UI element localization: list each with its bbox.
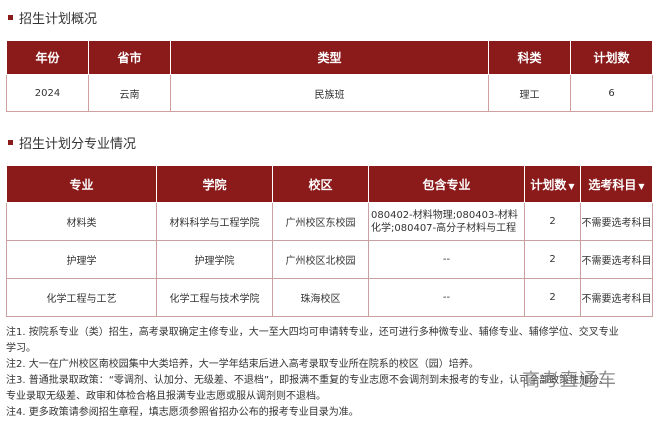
cell-included-majors: -- <box>368 240 525 279</box>
col-header-subjects-label: 选考科目 <box>588 177 637 192</box>
cell-province: 云南 <box>88 74 171 112</box>
overview-table: 年份 省市 类型 科类 计划数 2024 云南 民族班 理工 6 <box>6 40 653 112</box>
table-row: 材料类 材料科学与工程学院 广州校区东校园 080402-材料物理;080403… <box>6 202 653 241</box>
cell-subjects: 不需要选考科目 <box>580 278 653 317</box>
cell-subjects: 不需要选考科目 <box>580 240 653 279</box>
cell-college: 化学工程与技术学院 <box>156 278 273 317</box>
note-line: 学习。 <box>6 343 36 354</box>
col-header-type: 类型 <box>170 40 489 75</box>
cell-included-majors: -- <box>368 278 525 317</box>
cell-type: 民族班 <box>170 74 489 112</box>
majors-section-title: 招生计划分专业情况 <box>8 133 137 152</box>
cell-subjects: 不需要选考科目 <box>580 202 653 241</box>
cell-category: 理工 <box>488 74 571 112</box>
col-header-plan-count-label: 计划数 <box>530 177 567 192</box>
cell-major: 化学工程与工艺 <box>6 278 157 317</box>
cell-campus: 广州校区东校园 <box>272 202 369 241</box>
cell-plan-count: 2 <box>524 240 581 279</box>
sort-icon[interactable]: ▼ <box>638 182 644 191</box>
majors-title-text: 招生计划分专业情况 <box>19 136 137 152</box>
cell-major: 护理学 <box>6 240 157 279</box>
table-row: 2024 云南 民族班 理工 6 <box>6 74 653 112</box>
col-header-included-majors: 包含专业 <box>368 165 525 203</box>
col-header-major: 专业 <box>6 165 157 203</box>
cell-included-majors: 080402-材料物理;080403-材料化学;080407-高分子材料与工程 <box>368 202 525 241</box>
majors-header-row: 专业 学院 校区 包含专业 计划数 ▼ 选考科目 ▼ <box>6 165 653 203</box>
cell-campus: 珠海校区 <box>272 278 369 317</box>
col-header-plan-count[interactable]: 计划数 ▼ <box>524 165 581 203</box>
overview-title-text: 招生计划概况 <box>19 11 98 27</box>
section-marker-icon <box>8 139 13 145</box>
col-header-subjects[interactable]: 选考科目 ▼ <box>580 165 653 203</box>
cell-plan-count: 2 <box>524 278 581 317</box>
col-header-province: 省市 <box>88 40 171 75</box>
cell-plan-count: 6 <box>570 74 653 112</box>
cell-college: 护理学院 <box>156 240 273 279</box>
col-header-campus: 校区 <box>272 165 369 203</box>
table-row: 化学工程与工艺 化学工程与技术学院 珠海校区 -- 2 不需要选考科目 <box>6 278 653 317</box>
col-header-category: 科类 <box>488 40 571 75</box>
overview-section-title: 招生计划概况 <box>8 8 98 27</box>
cell-plan-count: 2 <box>524 202 581 241</box>
cell-college: 材料科学与工程学院 <box>156 202 273 241</box>
note-line: 注4. 更多政策请参阅招生章程，填志愿须参照省招办公布的报考专业目录为准。 <box>6 407 359 418</box>
col-header-year: 年份 <box>6 40 89 75</box>
table-row: 护理学 护理学院 广州校区北校园 -- 2 不需要选考科目 <box>6 240 653 279</box>
col-header-plan-count: 计划数 <box>570 40 653 75</box>
majors-table: 专业 学院 校区 包含专业 计划数 ▼ 选考科目 ▼ 材料类 材料科学与工程学院 广… <box>6 165 653 317</box>
overview-header-row: 年份 省市 类型 科类 计划数 <box>6 40 653 75</box>
note-line: 注1. 按院系专业（类）招生，高考录取确定主修专业，大一至大四均可申请转专业，还… <box>6 327 619 338</box>
cell-year: 2024 <box>6 74 89 112</box>
section-marker-icon <box>8 14 13 20</box>
cell-campus: 广州校区北校园 <box>272 240 369 279</box>
col-header-college: 学院 <box>156 165 273 203</box>
watermark: 高考直通车 <box>522 370 617 391</box>
sort-icon[interactable]: ▼ <box>568 182 574 191</box>
cell-major: 材料类 <box>6 202 157 241</box>
